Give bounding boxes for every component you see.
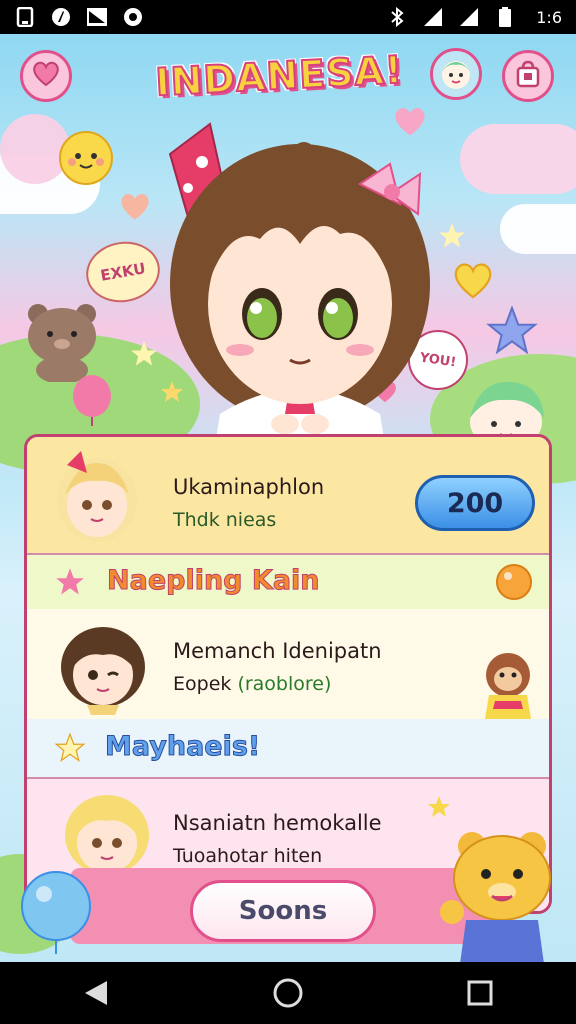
balloon-icon [21, 871, 91, 954]
hero-character-icon [168, 122, 430, 474]
heart-icon [121, 193, 149, 220]
sign-text: EXKU [99, 259, 147, 285]
battery-icon [494, 6, 516, 28]
section-title: Naepling Kain [107, 565, 321, 597]
player-subtitle-extra: (raoblore) [237, 673, 332, 695]
player-subtitle-text: Eopek [173, 673, 232, 695]
circle-app-icon [50, 6, 72, 28]
friend-avatar-icon [435, 51, 477, 97]
home-icon [273, 978, 303, 1008]
back-icon [85, 981, 107, 1005]
star-icon [439, 223, 465, 248]
cloud [500, 204, 576, 254]
section-header: Naepling Kain [27, 555, 549, 609]
monkey-mascot-icon [485, 653, 531, 719]
signal-icon [422, 6, 444, 28]
heart-icon [454, 263, 492, 299]
section-header: Mayhaeis! [27, 719, 549, 779]
favorites-button[interactable] [20, 50, 72, 102]
bluetooth-icon [386, 6, 408, 28]
cloud [460, 124, 576, 194]
player-name: Nsaniatn hemokalle [173, 811, 382, 835]
player-subtitle: Thdk nieas [173, 509, 277, 531]
section-title: Mayhaeis! [104, 731, 261, 763]
chat-icon [122, 6, 144, 28]
star-icon [428, 796, 450, 817]
game-screen: INDANESA! EXKU YOU! Ukaminaphlon Thdk ni… [0, 34, 576, 962]
soon-label: Soons [238, 896, 328, 926]
photo-icon [86, 6, 108, 28]
player-subtitle: Tuoahotar hiten [173, 845, 323, 867]
star-icon [56, 568, 84, 595]
status-time: 1:6 [536, 7, 562, 27]
notification-icon [14, 6, 36, 28]
navigation-bar [0, 962, 576, 1024]
shop-bag-icon [514, 60, 542, 92]
star-icon [55, 733, 85, 762]
heart-icon [32, 61, 60, 91]
score-value: 200 [446, 487, 504, 519]
recents-icon [467, 980, 493, 1006]
wifi-signal-icon [458, 6, 480, 28]
shop-button[interactable] [502, 50, 554, 102]
score-button[interactable]: 200 [415, 475, 535, 531]
status-bar: 1:6 [0, 0, 576, 34]
bear-mascot-icon [28, 304, 96, 382]
player-subtitle: Eopek (raoblore) [173, 673, 331, 695]
player-avatar-icon [57, 451, 137, 542]
player-name: Ukaminaphlon [173, 475, 325, 499]
recents-button[interactable] [450, 968, 510, 1018]
list-item[interactable]: Ukaminaphlon Thdk nieas 200 [27, 437, 549, 555]
player-avatar-icon [61, 627, 145, 715]
sun-mascot-icon [59, 131, 113, 185]
orange-ball-icon [496, 564, 532, 600]
star-icon [486, 306, 538, 355]
friends-button[interactable] [430, 48, 482, 100]
player-name: Memanch Idenipatn [173, 639, 382, 663]
soon-button[interactable]: Soons [190, 880, 376, 942]
back-button[interactable] [66, 968, 126, 1018]
list-item[interactable]: Memanch Idenipatn Eopek (raoblore) [27, 609, 549, 719]
home-button[interactable] [258, 968, 318, 1018]
balloon-icon [73, 375, 111, 426]
bear-mascot-icon [440, 832, 551, 962]
